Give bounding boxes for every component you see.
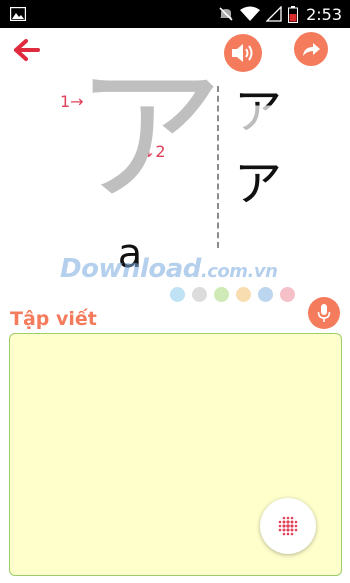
stroke-step-1: ア (234, 84, 283, 140)
back-button[interactable] (12, 36, 42, 64)
color-dot[interactable] (280, 287, 295, 302)
status-time: 2:53 (306, 4, 342, 24)
color-dot[interactable] (192, 287, 207, 302)
color-dot[interactable] (258, 287, 273, 302)
practice-title: Tập viết (10, 308, 97, 330)
image-icon (10, 7, 26, 21)
speaker-icon (232, 44, 253, 62)
share-arrow-icon (303, 43, 320, 56)
color-dot[interactable] (236, 287, 251, 302)
mute-icon (219, 7, 233, 21)
status-bar: 2:53 (0, 0, 350, 28)
arrow-left-icon (14, 39, 40, 61)
watermark: Download.com.vn (60, 254, 278, 284)
share-button[interactable] (294, 32, 328, 66)
recognize-button[interactable] (260, 498, 316, 554)
sound-button[interactable] (224, 34, 262, 72)
color-dot[interactable] (170, 287, 185, 302)
divider (217, 86, 219, 248)
color-selector (170, 287, 295, 302)
main-character: ア (74, 50, 225, 224)
stroke-step-2: ア (234, 156, 283, 212)
battery-icon (288, 5, 299, 23)
wifi-icon (240, 6, 261, 21)
recognize-icon (278, 516, 298, 536)
signal-icon (266, 6, 282, 22)
color-dot[interactable] (214, 287, 229, 302)
mic-button[interactable] (308, 297, 340, 329)
microphone-icon (317, 304, 331, 322)
